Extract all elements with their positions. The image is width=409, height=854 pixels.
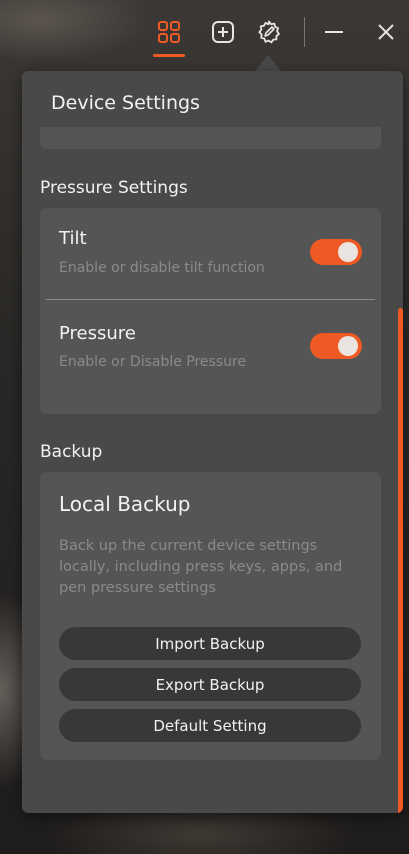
scrollbar-thumb[interactable] [398, 308, 403, 813]
grid-icon [157, 20, 181, 44]
pressure-toggle[interactable] [310, 333, 362, 359]
pressure-description: Enable or Disable Pressure [59, 354, 247, 370]
close-icon [376, 22, 396, 42]
minimize-icon [323, 21, 345, 43]
title-bar [0, 0, 409, 62]
minimize-button[interactable] [316, 14, 352, 50]
settings-pen-icon [256, 19, 282, 45]
default-setting-button[interactable]: Default Setting [59, 709, 361, 742]
close-button[interactable] [368, 14, 404, 50]
settings-divider [46, 299, 375, 300]
titlebar-separator [304, 17, 305, 47]
grid-view-button[interactable] [151, 14, 187, 50]
local-backup-card: Local Backup Back up the current device … [40, 472, 381, 760]
popover-pointer [254, 55, 282, 72]
tilt-title: Tilt [59, 228, 87, 249]
tilt-description: Enable or disable tilt function [59, 260, 265, 276]
add-device-button[interactable] [205, 14, 241, 50]
previous-section-card [40, 127, 381, 149]
device-settings-panel: Device Settings Pressure Settings Tilt E… [22, 71, 403, 813]
local-backup-description: Back up the current device settings loca… [59, 538, 343, 596]
pressure-settings-card: Tilt Enable or disable tilt function Pre… [40, 208, 381, 414]
import-backup-button[interactable]: Import Backup [59, 627, 361, 660]
tilt-toggle[interactable] [310, 239, 362, 265]
backup-heading: Backup [40, 442, 103, 462]
add-square-icon [211, 20, 235, 44]
toggle-knob [338, 242, 358, 262]
active-tab-indicator [153, 54, 185, 57]
pressure-title: Pressure [59, 323, 136, 344]
panel-title: Device Settings [51, 92, 200, 114]
export-backup-button[interactable]: Export Backup [59, 668, 361, 701]
device-settings-button[interactable] [251, 14, 287, 50]
local-backup-title: Local Backup [59, 492, 191, 516]
pressure-settings-heading: Pressure Settings [40, 178, 188, 198]
toggle-knob [338, 336, 358, 356]
